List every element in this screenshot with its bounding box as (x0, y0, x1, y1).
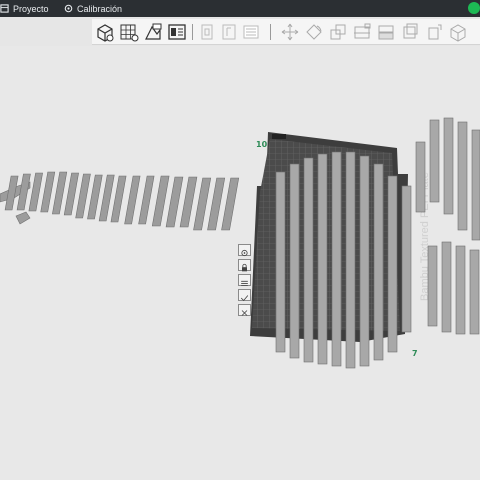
top-tab-bar: Proyecto Calibración (0, 0, 480, 17)
grid-icon (120, 24, 139, 42)
move-button[interactable] (280, 22, 300, 42)
split-icon (243, 25, 259, 39)
plate-close-button[interactable] (238, 304, 251, 316)
arrange-icon (222, 24, 236, 40)
toolbar-separator (270, 24, 271, 40)
rotate-button[interactable] (304, 22, 324, 42)
plate-layers-button[interactable] (238, 274, 251, 286)
plate-settings-button[interactable] (238, 244, 251, 257)
arm-model[interactable] (0, 171, 240, 231)
plate-index-label: 7 (412, 349, 418, 358)
scale-button[interactable] (328, 22, 348, 42)
plate-lock-button[interactable] (238, 259, 251, 272)
import-button[interactable] (143, 22, 163, 42)
move-icon (281, 23, 299, 41)
measure-icon (450, 24, 466, 42)
tab-proyecto[interactable]: Proyecto (0, 0, 49, 17)
project-icon (0, 4, 9, 13)
plate-tab-icon (272, 134, 286, 139)
support-icon (378, 25, 394, 40)
rotate-icon (306, 24, 322, 40)
seam-button[interactable] (400, 22, 420, 42)
import-icon (145, 23, 162, 40)
add-cube-icon (97, 24, 114, 42)
cut-button[interactable] (352, 22, 372, 42)
close-icon (241, 310, 248, 316)
check-icon (240, 295, 249, 302)
layout-icon (168, 24, 186, 40)
arrange-button[interactable] (219, 22, 239, 42)
scale-icon (330, 24, 346, 40)
seam-icon (403, 23, 418, 39)
cut-icon (354, 23, 371, 39)
support-button[interactable] (376, 22, 396, 42)
tab-proyecto-label: Proyecto (13, 3, 49, 14)
layers-icon (241, 280, 248, 286)
layout-button[interactable] (167, 22, 187, 42)
measure-button[interactable] (448, 22, 468, 42)
orient-icon (201, 24, 213, 40)
add-cube-button[interactable] (95, 22, 115, 42)
brush-button[interactable] (424, 22, 444, 42)
status-indicator[interactable] (468, 2, 480, 14)
3d-viewport[interactable]: Bambu Textured PEI Plate 10 7 (0, 46, 480, 480)
calibration-icon (64, 4, 73, 13)
split-button[interactable] (241, 22, 261, 42)
grid-button[interactable] (119, 22, 139, 42)
tab-calibracion-label: Calibración (77, 3, 123, 14)
plate-check-button[interactable] (238, 289, 251, 302)
toolbar-separator (192, 24, 193, 40)
lock-icon (242, 263, 247, 272)
plate-number-label: 10 (256, 140, 268, 149)
tab-calibracion[interactable]: Calibración (64, 0, 122, 17)
toolbar (92, 19, 480, 45)
brush-icon (428, 24, 442, 40)
settings-icon (241, 249, 248, 257)
orient-button[interactable] (197, 22, 217, 42)
plate-side-toolbar (238, 244, 252, 319)
